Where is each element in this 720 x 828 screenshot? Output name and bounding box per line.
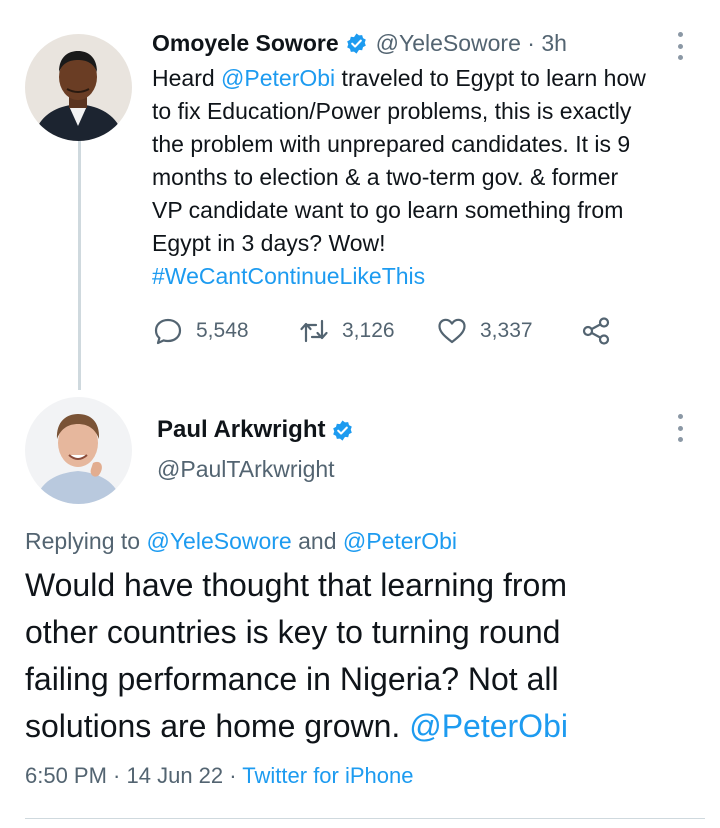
tweet-text-line: other countries is key to turning round — [25, 614, 561, 650]
speech-bubble-icon — [154, 318, 182, 345]
verified-badge-icon — [345, 32, 368, 55]
tweet-metadata: 6:50 PM · 14 Jun 22 · Twitter for iPhone — [25, 763, 414, 788]
tweet-text-line: solutions are home grown. @PeterObi — [25, 708, 568, 744]
hashtag-link[interactable]: #WeCantContinueLikeThis — [152, 260, 697, 293]
tweet-text: Heard @PeterObi traveled to Egypt to lea… — [152, 62, 697, 293]
tweet-text: Would have thought that learning from ot… — [25, 562, 705, 750]
verified-badge-icon — [331, 419, 354, 442]
thread-connector-line — [78, 140, 81, 390]
replying-to-mention[interactable]: @YeleSowore — [146, 528, 291, 554]
mention-link[interactable]: @PeterObi — [221, 65, 335, 91]
author-name[interactable]: Paul Arkwright — [157, 416, 325, 444]
like-button[interactable]: 3,337 — [436, 315, 580, 347]
tweet-date[interactable]: 14 Jun 22 — [127, 763, 224, 788]
tweet-text-line: failing performance in Nigeria? Not all — [25, 661, 559, 697]
tweet-header: Omoyele Sowore @YeleSowore · 3h — [152, 30, 567, 57]
tweet-text-line: Egypt in 3 days? Wow! — [152, 230, 386, 256]
separator-dot: · — [520, 30, 542, 56]
retweet-arrows-icon — [300, 319, 328, 343]
tweet-text-line: to fix Education/Power problems, this is… — [152, 98, 632, 124]
tweet-text-line: the problem with unprepared candidates. … — [152, 131, 631, 157]
tweet-source[interactable]: Twitter for iPhone — [242, 763, 413, 788]
reply-count: 5,548 — [196, 319, 249, 342]
replying-to-mention[interactable]: @PeterObi — [343, 528, 457, 554]
share-nodes-icon — [582, 317, 610, 345]
retweet-count: 3,126 — [342, 319, 395, 342]
more-options-icon[interactable] — [675, 32, 685, 60]
more-options-icon[interactable] — [675, 414, 685, 442]
reply-button[interactable]: 5,548 — [152, 315, 298, 347]
avatar[interactable] — [25, 397, 132, 504]
tweet-text-line: VP candidate want to go learn something … — [152, 197, 624, 223]
replying-to: Replying to @YeleSowore and @PeterObi — [25, 528, 458, 554]
tweet-time[interactable]: 3h — [541, 30, 567, 57]
tweet-text-line: months to election & a two-term gov. & f… — [152, 164, 619, 190]
retweet-button[interactable]: 3,126 — [298, 315, 436, 347]
share-button[interactable] — [580, 315, 612, 347]
like-count: 3,337 — [480, 319, 533, 342]
author-name[interactable]: Omoyele Sowore — [152, 30, 339, 57]
tweet-timestamp[interactable]: 6:50 PM — [25, 763, 107, 788]
mention-link[interactable]: @PeterObi — [409, 708, 568, 744]
tweet-actions: 5,548 3,126 3,337 — [152, 315, 612, 347]
avatar[interactable] — [25, 34, 132, 141]
heart-outline-icon — [438, 318, 466, 344]
divider — [25, 818, 705, 819]
author-handle[interactable]: @YeleSowore — [376, 30, 521, 57]
tweet-text-line: Heard @PeterObi traveled to Egypt to lea… — [152, 65, 646, 91]
tweet-text-line: Would have thought that learning from — [25, 567, 567, 603]
author-name-row: Paul Arkwright — [157, 416, 354, 444]
author-handle[interactable]: @PaulTArkwright — [157, 456, 335, 483]
